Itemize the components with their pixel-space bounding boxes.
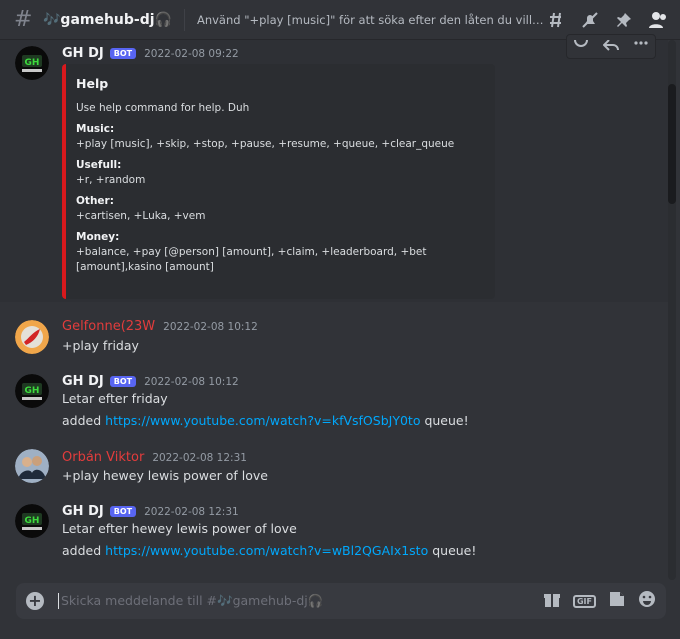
message-header: GH DJ BOT 2022-02-08 12:31 <box>62 504 239 519</box>
embed-title: Help <box>76 76 109 91</box>
youtube-link[interactable]: https://www.youtube.com/watch?v=wBl2QGAI… <box>105 543 428 558</box>
embed-field-value: +balance, +pay [@person] [amount], +clai… <box>76 246 427 273</box>
avatar[interactable]: GH <box>15 374 49 408</box>
youtube-link[interactable]: https://www.youtube.com/watch?v=kfVsfOSb… <box>105 413 420 428</box>
message-text-line: added https://www.youtube.com/watch?v=wB… <box>62 543 476 558</box>
username[interactable]: Orbán Viktor <box>62 450 144 465</box>
message-scrollbar[interactable] <box>668 40 676 580</box>
bot-badge: BOT <box>109 376 137 387</box>
add-reaction-icon[interactable] <box>573 37 589 56</box>
composer-actions: GIF <box>543 590 656 612</box>
message-text: Letar efter friday <box>62 391 168 406</box>
embed-description: Use help command for help. Duh <box>76 102 250 114</box>
message-item[interactable]: GH GH DJ BOT 2022-02-08 10:12 Letar efte… <box>0 365 668 435</box>
queue-text: queue! <box>420 413 469 428</box>
message-item[interactable]: Gelfonne(23W 2022-02-08 10:12 +play frid… <box>0 312 668 362</box>
message-input[interactable]: Skicka meddelande till #🎶gamehub-dj🎧 <box>58 593 323 609</box>
added-text: added <box>62 413 106 428</box>
scrollbar-thumb[interactable] <box>668 84 676 204</box>
message-text-line: added https://www.youtube.com/watch?v=kf… <box>62 413 469 428</box>
svg-text:GH: GH <box>25 58 40 68</box>
svg-text:GH: GH <box>25 516 40 526</box>
avatar[interactable] <box>15 449 49 483</box>
username[interactable]: GH DJ <box>62 374 104 389</box>
message-header: GH DJ BOT 2022-02-08 10:12 <box>62 374 239 389</box>
embed-field-value: +play [music], +skip, +stop, +pause, +re… <box>76 138 455 150</box>
avatar[interactable]: GH <box>15 504 49 538</box>
embed-field-name: Music: <box>76 123 115 135</box>
avatar[interactable] <box>15 320 49 354</box>
threads-icon[interactable] <box>546 10 566 30</box>
help-embed: Help Use help command for help. Duh Musi… <box>62 64 495 299</box>
embed-field-name: Money: <box>76 231 120 243</box>
username[interactable]: Gelfonne(23W <box>62 319 155 334</box>
members-icon[interactable] <box>648 10 668 30</box>
hashtag-icon: # <box>14 7 33 32</box>
avatar[interactable]: GH <box>15 46 49 80</box>
gift-icon[interactable] <box>543 590 561 612</box>
message-composer: + Skicka meddelande till #🎶gamehub-dj🎧 G… <box>16 583 666 619</box>
sticker-icon[interactable] <box>608 590 626 612</box>
timestamp[interactable]: 2022-02-08 09:22 <box>144 48 239 60</box>
timestamp[interactable]: 2022-02-08 12:31 <box>144 506 239 518</box>
message-text: Letar efter hewey lewis power of love <box>62 521 297 536</box>
message-list[interactable]: GH GH DJ BOT 2022-02-08 09:22 Help Use h… <box>0 40 668 576</box>
message-header: Gelfonne(23W 2022-02-08 10:12 <box>62 319 258 334</box>
emoji-icon[interactable] <box>638 590 656 612</box>
header-toolbar <box>546 10 668 30</box>
embed-field-name: Usefull: <box>76 159 122 171</box>
embed-field-value: +cartisen, +Luka, +vem <box>76 210 206 222</box>
queue-text: queue! <box>428 543 477 558</box>
pin-icon[interactable] <box>614 10 634 30</box>
add-attachment-icon[interactable]: + <box>26 592 44 610</box>
svg-text:GH: GH <box>25 386 40 396</box>
channel-name: 🎶gamehub-dj🎧 <box>42 11 172 28</box>
gif-icon[interactable]: GIF <box>572 594 596 608</box>
timestamp[interactable]: 2022-02-08 10:12 <box>144 376 239 388</box>
embed-field-value: +r, +random <box>76 174 146 186</box>
message-item[interactable]: GH GH DJ BOT 2022-02-08 12:31 Letar efte… <box>0 496 668 566</box>
channel-topic[interactable]: Använd "+play [music]" för att söka efte… <box>197 13 546 27</box>
username[interactable]: GH DJ <box>62 504 104 519</box>
bot-badge: BOT <box>109 48 137 59</box>
timestamp[interactable]: 2022-02-08 12:31 <box>152 452 247 464</box>
username[interactable]: GH DJ <box>62 46 104 61</box>
message-header: GH DJ BOT 2022-02-08 09:22 <box>62 46 239 61</box>
more-icon[interactable] <box>633 37 649 56</box>
timestamp[interactable]: 2022-02-08 10:12 <box>163 321 258 333</box>
message-header: Orbán Viktor 2022-02-08 12:31 <box>62 450 247 465</box>
message-text: +play hewey lewis power of love <box>62 468 268 483</box>
bot-badge: BOT <box>109 506 137 517</box>
reply-icon[interactable] <box>602 37 619 56</box>
embed-field-name: Other: <box>76 195 114 207</box>
message-hover-toolbar <box>566 34 656 59</box>
header-divider <box>184 8 185 31</box>
message-text: +play friday <box>62 338 139 353</box>
message-item[interactable]: GH GH DJ BOT 2022-02-08 09:22 Help Use h… <box>0 40 668 302</box>
added-text: added <box>62 543 106 558</box>
message-item[interactable]: Orbán Viktor 2022-02-08 12:31 +play hewe… <box>0 442 668 492</box>
muted-bell-icon[interactable] <box>580 10 600 30</box>
